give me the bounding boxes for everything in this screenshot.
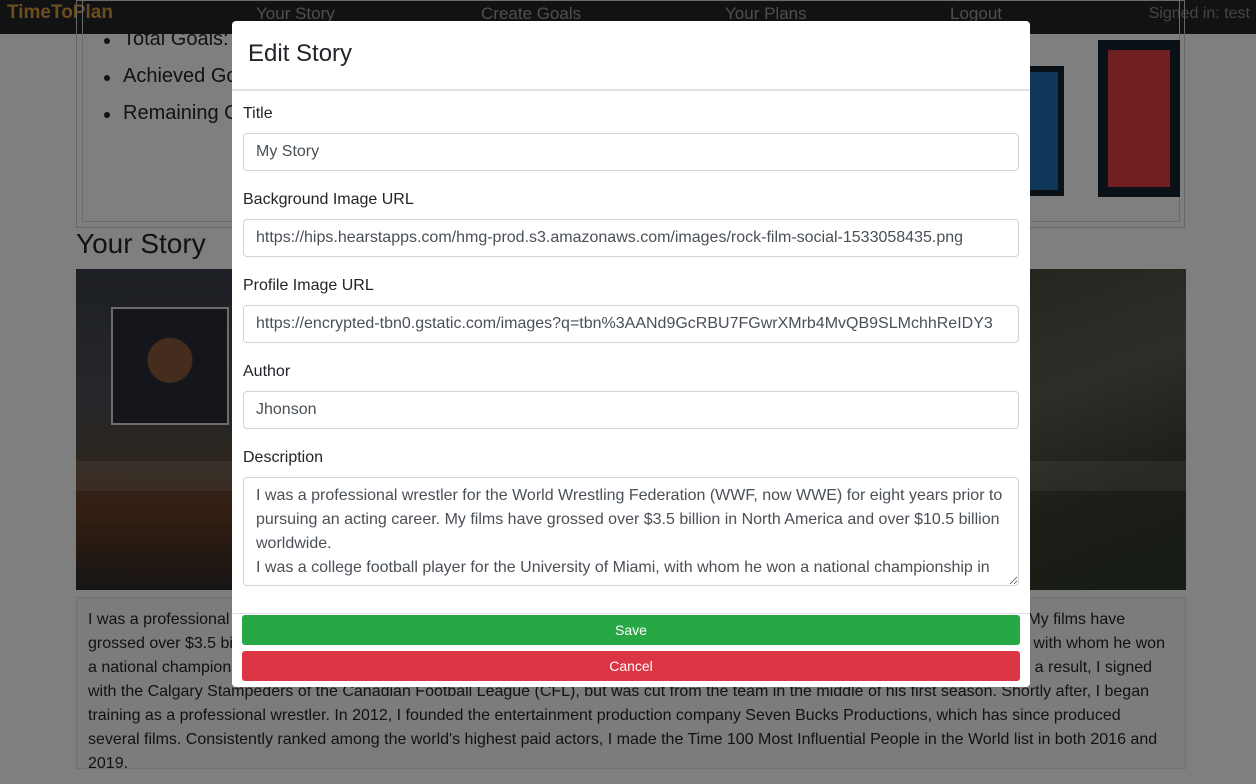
author-label: Author bbox=[243, 363, 291, 380]
modal-title: Edit Story bbox=[248, 40, 353, 67]
profile-url-input[interactable] bbox=[243, 305, 1019, 343]
modal-footer-divider bbox=[232, 613, 1030, 614]
modal-header-divider bbox=[232, 89, 1030, 91]
title-label: Title bbox=[243, 105, 273, 122]
save-button[interactable]: Save bbox=[242, 615, 1020, 645]
description-textarea[interactable]: I was a professional wrestler for the Wo… bbox=[243, 477, 1019, 586]
title-input[interactable] bbox=[243, 133, 1019, 171]
profile-url-label: Profile Image URL bbox=[243, 277, 374, 294]
background-url-input[interactable] bbox=[243, 219, 1019, 257]
background-url-label: Background Image URL bbox=[243, 191, 414, 208]
edit-story-modal: Edit Story Title Background Image URL Pr… bbox=[232, 21, 1030, 687]
description-label: Description bbox=[243, 449, 324, 466]
author-input[interactable] bbox=[243, 391, 1019, 429]
cancel-button[interactable]: Cancel bbox=[242, 651, 1020, 681]
